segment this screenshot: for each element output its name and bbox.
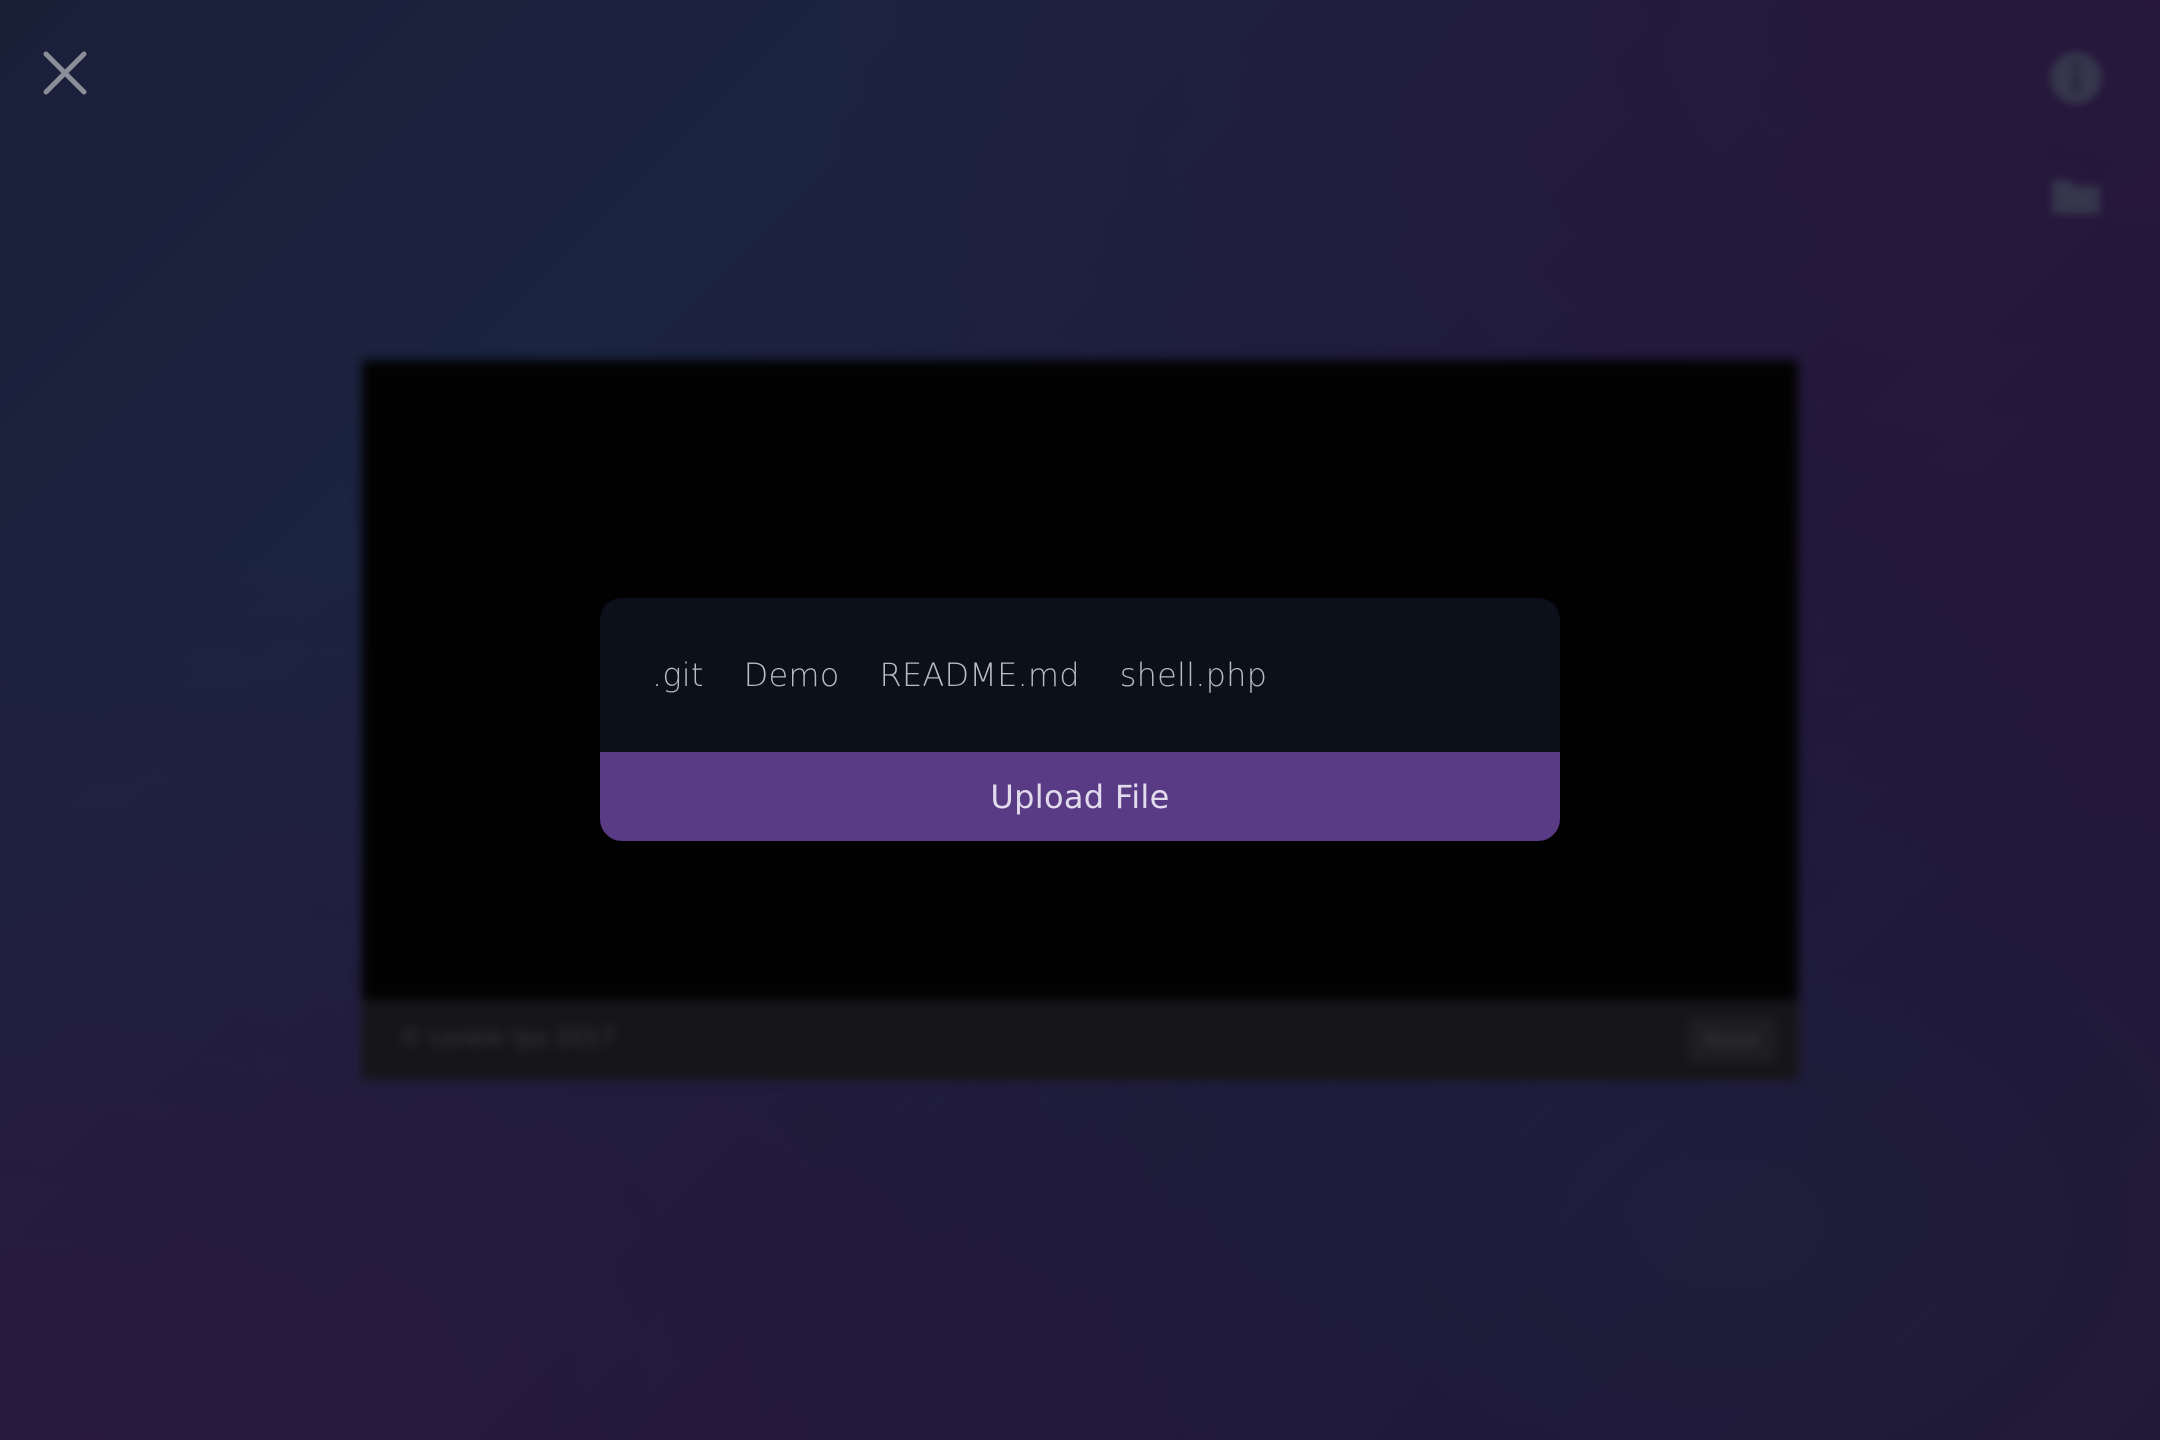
footer-text: © Lorem Ips 2017 [400, 1026, 616, 1051]
info-icon [2050, 52, 2102, 104]
terminal-footer: © Lorem Ips 2017 Reset [362, 1000, 1798, 1080]
file-list: .git Demo README.md shell.php [600, 598, 1560, 752]
close-button[interactable] [40, 48, 90, 98]
close-icon [43, 51, 87, 95]
file-item-demo[interactable]: Demo [744, 656, 840, 694]
footer-button: Reset [1688, 1018, 1776, 1062]
upload-dialog: .git Demo README.md shell.php Upload Fil… [600, 598, 1560, 841]
folder-button[interactable] [2048, 168, 2104, 224]
file-item-shell-php[interactable]: shell.php [1120, 656, 1267, 694]
info-button[interactable] [2048, 50, 2104, 106]
file-item-git[interactable]: .git [652, 656, 704, 694]
upload-file-button[interactable]: Upload File [600, 752, 1560, 841]
folder-icon [2052, 180, 2100, 214]
file-item-readme[interactable]: README.md [880, 656, 1080, 694]
